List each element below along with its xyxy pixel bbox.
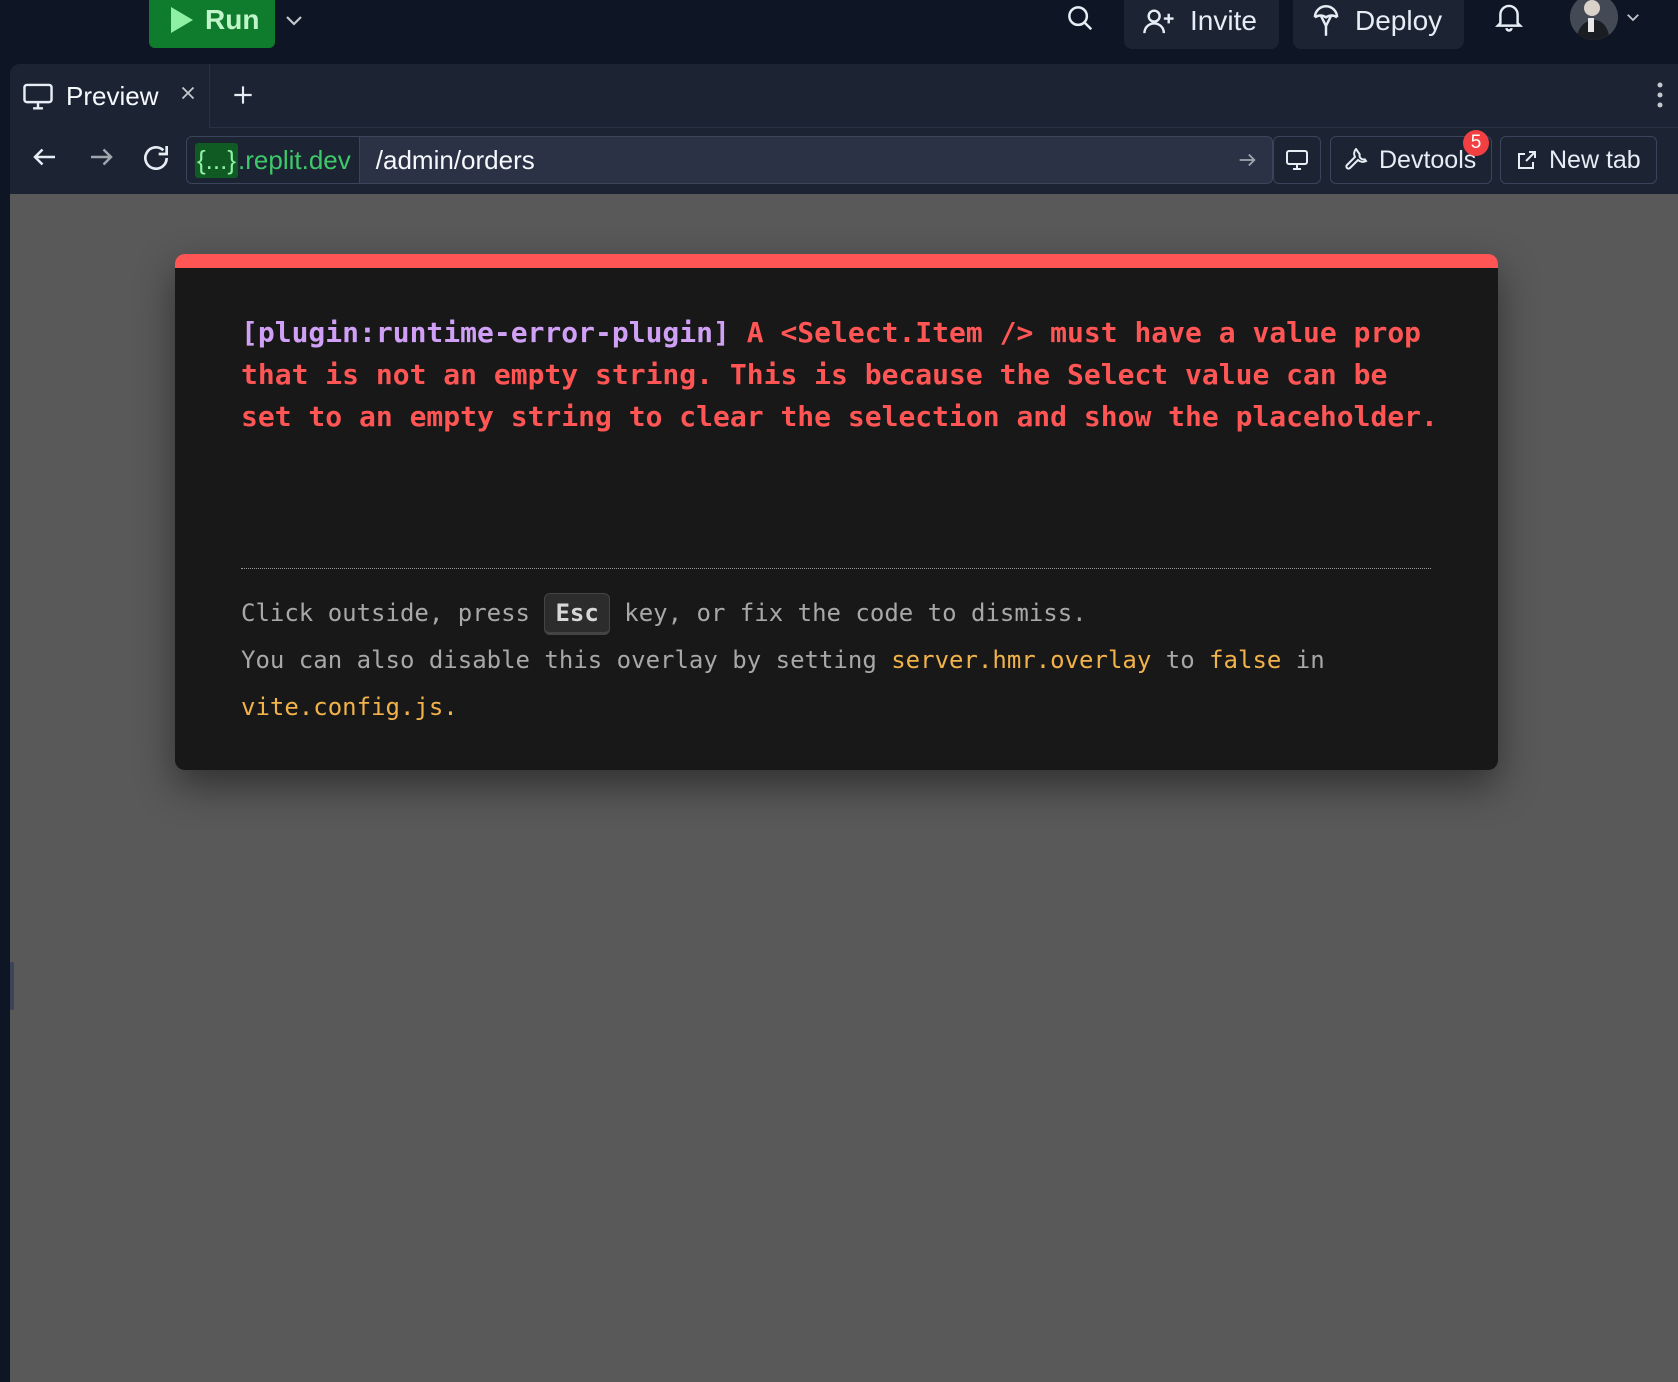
- domain-mask: {...}: [195, 142, 239, 178]
- top-bar: Run Invite Deploy: [0, 0, 1678, 62]
- more-options-icon[interactable]: [1656, 80, 1664, 110]
- new-tab-label: New tab: [1549, 145, 1641, 174]
- close-icon[interactable]: [177, 82, 199, 104]
- error-plugin-name: [plugin:runtime-error-plugin]: [241, 316, 730, 349]
- url-path[interactable]: /admin/orders: [360, 145, 1236, 176]
- desktop-icon: [1286, 150, 1308, 170]
- play-icon: [171, 7, 193, 33]
- config-file: vite.config.js: [241, 693, 444, 721]
- chevron-down-icon[interactable]: [282, 8, 306, 32]
- config-value: false: [1209, 646, 1282, 674]
- tip-text: You can also disable this overlay by set…: [241, 646, 892, 674]
- tip-text: in: [1281, 646, 1325, 674]
- back-arrow-icon[interactable]: [30, 142, 60, 172]
- url-domain: {...} .replit.dev: [187, 137, 360, 183]
- external-link-icon: [1518, 151, 1536, 169]
- tab-preview[interactable]: Preview: [10, 64, 210, 128]
- add-tab-icon[interactable]: [230, 82, 256, 108]
- invite-label: Invite: [1190, 4, 1257, 36]
- tab-label: Preview: [66, 80, 159, 111]
- tip-text: Click outside, press: [241, 599, 545, 627]
- divider: [241, 568, 1431, 569]
- config-key: server.hmr.overlay: [891, 646, 1152, 674]
- domain-suffix: .replit.dev: [238, 144, 351, 175]
- tip-text: key, or fix the code to dismiss.: [609, 599, 1087, 627]
- deploy-label: Deploy: [1355, 4, 1443, 36]
- config-file-tip: vite.config.js.: [241, 684, 1441, 731]
- tip-text: .: [443, 693, 458, 721]
- preview-panel: Preview {...} .replit.dev /admin/orders D…: [10, 64, 1678, 1382]
- tab-bar: Preview: [10, 64, 1678, 128]
- avatar[interactable]: [1570, 0, 1618, 40]
- new-tab-button[interactable]: New tab: [1500, 136, 1657, 184]
- user-plus-icon: [1143, 8, 1174, 33]
- devtools-label: Devtools: [1379, 145, 1477, 174]
- tip-text: to: [1151, 646, 1210, 674]
- error-overlay: [plugin:runtime-error-plugin] A <Select.…: [175, 254, 1498, 770]
- disable-tip: You can also disable this overlay by set…: [241, 637, 1441, 684]
- url-field[interactable]: {...} .replit.dev /admin/orders: [186, 136, 1273, 184]
- monitor-icon: [23, 83, 53, 110]
- invite-button[interactable]: Invite: [1124, 0, 1279, 49]
- error-message: [plugin:runtime-error-plugin] A <Select.…: [241, 312, 1441, 438]
- wrench-icon: [1345, 148, 1368, 170]
- esc-key: Esc: [544, 593, 610, 635]
- deploy-icon: [1313, 4, 1339, 36]
- run-button[interactable]: Run: [149, 0, 275, 48]
- search-icon[interactable]: [1064, 2, 1096, 34]
- resize-handle[interactable]: [10, 962, 14, 1010]
- reload-icon[interactable]: [140, 142, 172, 174]
- go-arrow-icon[interactable]: [1236, 149, 1258, 171]
- chevron-down-icon[interactable]: [1624, 8, 1642, 26]
- device-toggle-button[interactable]: [1273, 136, 1321, 184]
- dismiss-tip: Click outside, press Esc key, or fix the…: [241, 590, 1441, 637]
- devtools-badge: 5: [1463, 130, 1489, 156]
- run-label: Run: [205, 4, 260, 35]
- bell-icon[interactable]: [1492, 0, 1526, 34]
- forward-arrow-icon[interactable]: [86, 142, 116, 172]
- deploy-button[interactable]: Deploy: [1293, 0, 1464, 49]
- preview-viewport[interactable]: [plugin:runtime-error-plugin] A <Select.…: [10, 194, 1678, 1382]
